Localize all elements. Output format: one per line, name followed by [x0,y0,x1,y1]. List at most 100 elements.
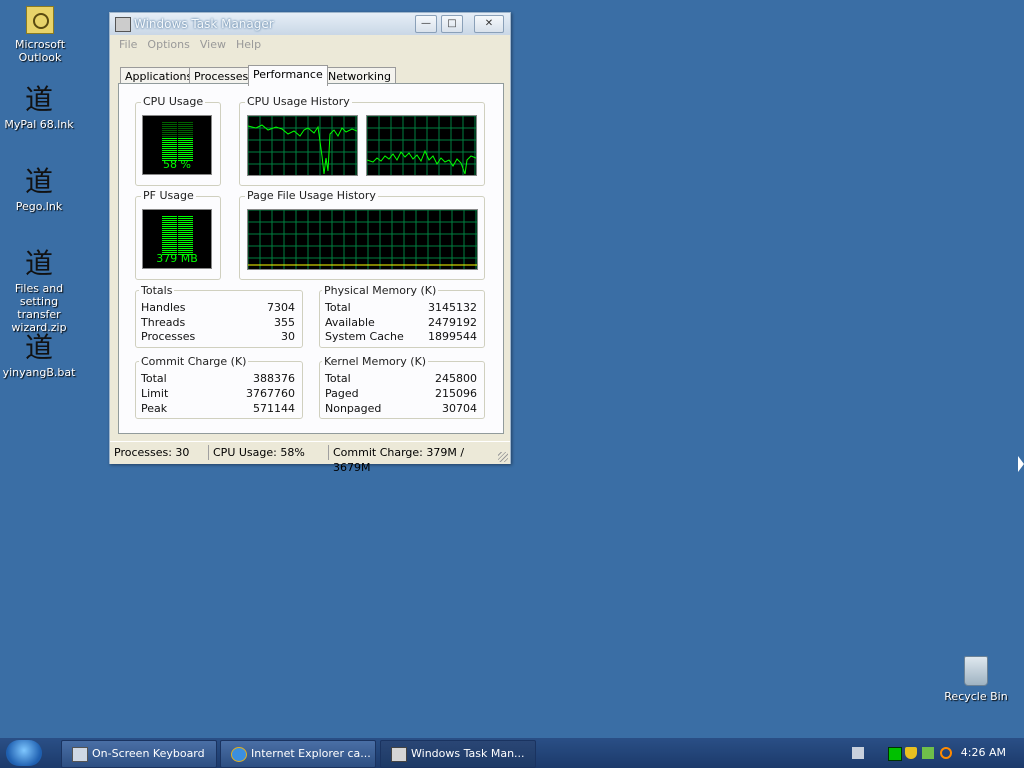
desktop-icon-outlook[interactable]: Microsoft Outlook [2,6,78,64]
menu-bar: File Options View Help [110,35,510,55]
meter-segment [178,156,193,157]
meter-segment [162,242,177,243]
row-value: 571144 [253,402,295,415]
network-icon[interactable] [922,747,934,759]
pf-usage-title: PF Usage [141,189,196,202]
meter-segment [178,242,193,243]
meter-segment [178,216,193,217]
meter-segment [162,218,177,219]
desktop-icon-recycle-bin[interactable]: Recycle Bin [938,656,1014,703]
security-shield-icon[interactable] [905,747,917,759]
physical-cache-row: System Cache 1899544 [325,330,477,343]
meter-segment [162,152,177,153]
dao-shortcut-icon: 道 [24,165,53,198]
desktop-icon-yinyang[interactable]: 道 yinyangB.bat [1,332,77,380]
meter-segment [178,232,193,233]
taskbar-button-ie[interactable]: Internet Explorer ca... [220,740,376,768]
desktop-icon-label: MyPal 68.lnk [4,118,74,131]
row-value: 30 [281,330,295,343]
menu-options[interactable]: Options [142,35,194,54]
menu-file[interactable]: File [114,35,142,54]
meter-segment [162,236,177,237]
status-commit-charge: Commit Charge: 379M / 3679M [328,445,499,474]
meter-segment [162,248,177,249]
meter-segment [162,250,177,251]
search-icon[interactable] [940,747,952,759]
physical-memory-title: Physical Memory (K) [322,284,439,297]
totals-title: Totals [139,284,175,297]
meter-segment [178,234,193,235]
recycle-bin-icon [964,656,988,686]
meter-segment [162,240,177,241]
meter-segment [178,130,193,131]
taskbar-button-label: On-Screen Keyboard [92,747,205,760]
cpu-usage-title: CPU Usage [141,95,206,108]
row-label: Nonpaged [325,402,382,415]
menu-view[interactable]: View [195,35,231,54]
row-label: Paged [325,387,359,400]
clock[interactable]: 4:26 AM [961,740,1006,766]
keyboard-layout-icon[interactable] [852,747,864,759]
meter-segment [162,232,177,233]
meter-segment [162,148,177,149]
desktop-icon-mypal[interactable]: 道 MyPal 68.lnk [1,83,77,132]
meter-segment [178,238,193,239]
meter-segment [178,236,193,237]
totals-processes-row: Processes 30 [141,330,295,343]
kernel-paged-row: Paged 215096 [325,387,477,400]
meter-segment [162,246,177,247]
meter-segment [178,144,193,145]
row-label: Total [325,301,351,314]
dao-shortcut-icon: 道 [24,83,53,116]
meter-segment [162,222,177,223]
meter-segment [178,150,193,151]
close-button[interactable]: ✕ [474,15,504,33]
meter-segment [178,248,193,249]
cpu-history-chart-1 [366,115,477,175]
pf-history-chart [247,209,477,269]
meter-segment [178,132,193,133]
title-bar[interactable]: Windows Task Manager — □ ✕ [110,13,510,35]
meter-segment [162,244,177,245]
meter-segment [162,132,177,133]
start-button[interactable] [6,740,42,766]
pf-history-graph [247,209,478,270]
meter-segment [178,246,193,247]
row-label: Total [325,372,351,385]
meter-segment [162,146,177,147]
desktop-icon-label: Microsoft Outlook [14,38,66,64]
meter-segment [178,226,193,227]
task-manager-window: Windows Task Manager — □ ✕ File Options Vi… [109,12,511,474]
meter-segment [162,234,177,235]
window-title: Windows Task Manager [134,17,274,31]
kernel-nonpaged-row: Nonpaged 30704 [325,402,477,415]
cpu-usage-meter: 58 % [142,115,212,175]
physical-total-row: Total 3145132 [325,301,477,314]
tab-performance[interactable]: Performance [248,65,328,86]
kernel-total-row: Total 245800 [325,372,477,385]
resize-grip-icon[interactable] [498,452,508,462]
cpu-history-line [366,149,477,175]
meter-segment [162,226,177,227]
taskbar-button-task-manager[interactable]: Windows Task Man... [380,740,536,768]
commit-charge-title: Commit Charge (K) [139,355,249,368]
commit-total-row: Total 388376 [141,372,295,385]
cpu-meter-tray-icon[interactable] [888,747,902,761]
meter-segment [162,144,177,145]
maximize-button[interactable]: □ [441,15,463,33]
desktop-icon-pego[interactable]: 道 Pego.lnk [1,165,77,214]
desktop-icon-files-transfer[interactable]: 道 Files and setting transfer wizard.zip [1,248,77,335]
meter-segment [178,128,193,129]
menu-help[interactable]: Help [231,35,266,54]
cpu-history-graph-core0 [247,115,358,176]
meter-segment [178,240,193,241]
meter-segment [178,220,193,221]
mouse-pointer-icon [1018,456,1024,472]
meter-segment [162,124,177,125]
minimize-button[interactable]: — [415,15,437,33]
taskbar-button-osk[interactable]: On-Screen Keyboard [61,740,217,768]
cpu-usage-value: 58 % [163,158,191,171]
taskbar-button-label: Windows Task Man... [411,747,525,760]
meter-segment [178,122,193,123]
row-value: 2479192 [428,316,477,329]
